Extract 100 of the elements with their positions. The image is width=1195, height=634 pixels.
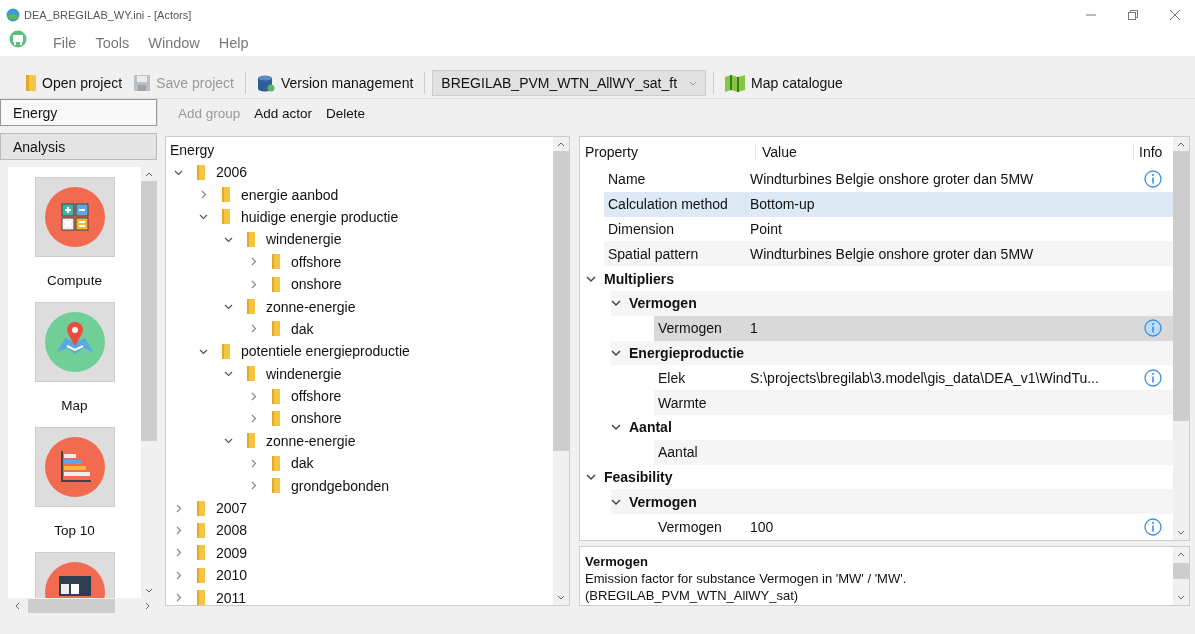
property-value: Windturbines Belgie onshore groter dan 5MW: [750, 245, 1035, 262]
tree-item[interactable]: zonne-energie: [266, 432, 356, 449]
tree-item[interactable]: potentiele energieproductie: [241, 343, 410, 360]
folder-icon: [197, 567, 205, 583]
property-row[interactable]: Energieproductie: [611, 340, 1173, 366]
tree-item[interactable]: dak: [291, 320, 314, 337]
group-label: Vermogen: [629, 493, 697, 510]
description-text: (BREGILAB_PVM_WTN_AllWY_sat): [585, 587, 800, 604]
tree-item[interactable]: grondgebonden: [291, 477, 390, 494]
collapse-chevron-icon[interactable]: [199, 212, 208, 222]
expand-chevron-icon[interactable]: [249, 458, 258, 468]
expand-chevron-icon[interactable]: [249, 257, 258, 267]
bar-chart-icon: [44, 437, 105, 497]
collapse-chevron-icon[interactable]: [224, 302, 233, 312]
expand-chevron-icon[interactable]: [249, 324, 258, 334]
tree-item[interactable]: huidige energie productie: [241, 208, 399, 225]
collapse-chevron-icon[interactable]: [224, 436, 233, 446]
tree-item[interactable]: 2008: [216, 522, 248, 539]
collapse-chevron-icon[interactable]: [611, 299, 621, 308]
expand-chevron-icon[interactable]: [174, 548, 183, 558]
tree-item[interactable]: onshore: [291, 276, 342, 293]
scroll-up-icon[interactable]: [145, 171, 153, 177]
action-button[interactable]: Add actor: [254, 105, 313, 121]
caret-icon: [689, 80, 698, 86]
menu-item[interactable]: Tools: [95, 35, 130, 51]
expand-chevron-icon[interactable]: [199, 190, 208, 200]
property-label: Elek: [657, 369, 687, 386]
property-value: Windturbines Belgie onshore groter dan 5MW: [750, 171, 1035, 188]
tree-item[interactable]: energie aanbod: [241, 186, 339, 203]
collapse-chevron-icon[interactable]: [586, 274, 596, 283]
project-dropdown[interactable]: BREGILAB_PVM_WTN_AllWY_sat_ft: [432, 70, 707, 96]
expand-chevron-icon[interactable]: [174, 593, 183, 603]
section-tab[interactable]: Analysis: [0, 133, 157, 160]
toolbar-button[interactable]: Open project: [22, 72, 127, 94]
tool-tile[interactable]: [34, 302, 115, 382]
action-button[interactable]: Delete: [326, 105, 366, 121]
expand-chevron-icon[interactable]: [174, 570, 183, 580]
tree-item[interactable]: onshore: [291, 410, 342, 427]
collapse-chevron-icon[interactable]: [611, 497, 621, 506]
tree-item[interactable]: offshore: [291, 388, 342, 405]
expand-chevron-icon[interactable]: [174, 503, 183, 513]
tree-item[interactable]: 2006: [216, 164, 248, 181]
property-row[interactable]: Spatial pattern Windturbines Belgie onshore groter dan 5MW: [604, 241, 1173, 267]
property-row[interactable]: Vermogen 1: [654, 315, 1173, 341]
scrollbar[interactable]: [1173, 547, 1189, 605]
tree-item[interactable]: offshore: [291, 253, 342, 270]
property-row[interactable]: Vermogen: [611, 489, 1173, 515]
property-row[interactable]: Aantal: [654, 439, 1173, 465]
folder-icon: [272, 254, 280, 270]
tree-item[interactable]: zonne-energie: [266, 298, 356, 315]
menu-item[interactable]: Window: [148, 35, 200, 51]
expand-chevron-icon[interactable]: [249, 279, 258, 289]
scrollbar[interactable]: [1173, 137, 1189, 540]
folder-icon: [272, 455, 280, 471]
restore-icon[interactable]: [1127, 9, 1139, 21]
property-row[interactable]: Calculation method Bottom-up: [604, 191, 1173, 217]
tree-item[interactable]: 2011: [216, 589, 247, 605]
collapse-chevron-icon[interactable]: [224, 369, 233, 379]
scroll-down-icon[interactable]: [1177, 595, 1185, 601]
toolbar-button[interactable]: Version management: [253, 71, 418, 95]
scroll-up-icon[interactable]: [557, 141, 565, 147]
scroll-down-icon[interactable]: [145, 588, 153, 594]
column-header[interactable]: Value: [755, 144, 1133, 160]
tree-item[interactable]: dak: [291, 455, 314, 472]
scroll-left-icon[interactable]: [14, 602, 20, 610]
tree-item[interactable]: 2009: [216, 544, 248, 561]
tree-item[interactable]: windenergie: [266, 231, 342, 248]
tool-tile[interactable]: [34, 177, 115, 257]
scroll-down-icon[interactable]: [557, 595, 565, 601]
menu-item[interactable]: File: [53, 35, 77, 51]
section-tab[interactable]: Energy: [0, 99, 157, 126]
scroll-up-icon[interactable]: [1177, 141, 1185, 147]
collapse-chevron-icon[interactable]: [586, 472, 596, 481]
property-row[interactable]: Vermogen: [611, 291, 1173, 316]
collapse-chevron-icon[interactable]: [611, 423, 621, 432]
tree-item[interactable]: 2010: [216, 567, 248, 584]
column-header[interactable]: Property: [580, 144, 755, 160]
expand-chevron-icon[interactable]: [249, 414, 258, 423]
map-icon: [725, 74, 746, 92]
info-icon[interactable]: [1144, 319, 1162, 338]
scroll-right-icon[interactable]: [145, 602, 151, 610]
tree-item[interactable]: 2007: [216, 500, 248, 517]
info-icon[interactable]: [1144, 368, 1162, 387]
toolbar-button[interactable]: Map catalogue: [721, 71, 847, 95]
map-pin-icon: [44, 312, 105, 372]
collapse-chevron-icon[interactable]: [611, 348, 621, 357]
expand-chevron-icon[interactable]: [249, 481, 258, 491]
calculator-icon: [44, 187, 105, 247]
menu-item[interactable]: Help: [218, 35, 249, 51]
close-icon[interactable]: [1169, 9, 1181, 21]
tool-tile[interactable]: [34, 427, 115, 507]
info-icon[interactable]: [1144, 170, 1162, 189]
tree-item[interactable]: windenergie: [266, 365, 342, 382]
scrollbar[interactable]: [553, 137, 569, 605]
scroll-down-icon[interactable]: [1177, 530, 1185, 536]
expand-chevron-icon[interactable]: [174, 525, 183, 535]
scroll-up-icon[interactable]: [1177, 551, 1185, 557]
property-row[interactable]: Warmte: [654, 390, 1173, 415]
expand-chevron-icon[interactable]: [249, 391, 258, 401]
info-icon[interactable]: [1144, 517, 1162, 536]
